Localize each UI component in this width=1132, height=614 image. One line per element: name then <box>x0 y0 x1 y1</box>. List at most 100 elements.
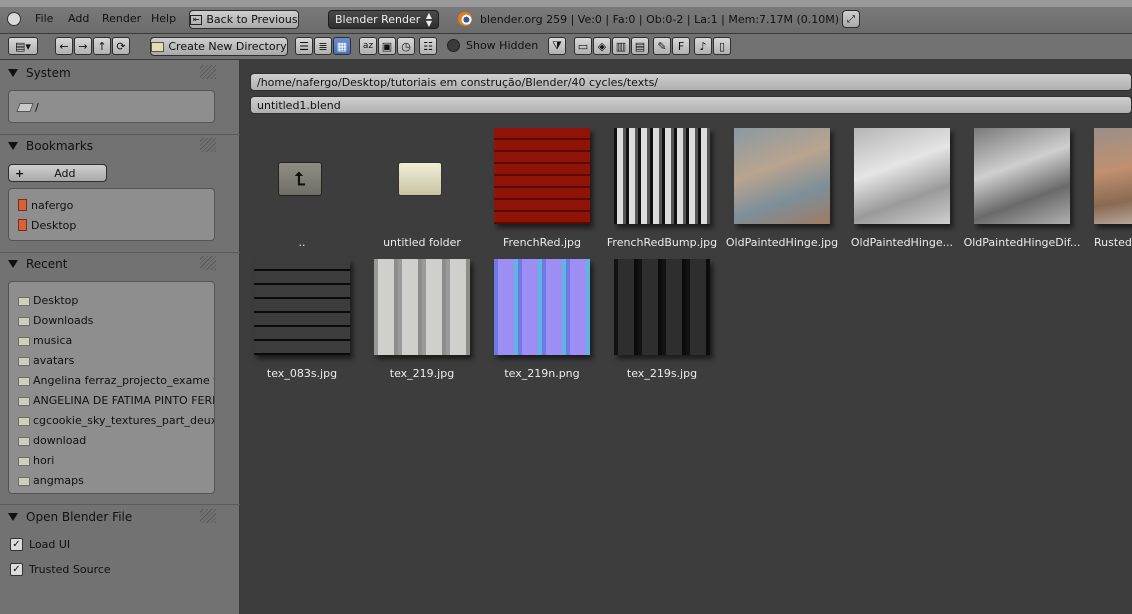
display-detailed-list-icon[interactable]: ≣ <box>314 37 332 55</box>
filter-images-icon[interactable]: ▥ <box>612 37 630 55</box>
bricks-thumbnail <box>254 259 350 355</box>
file-tile-image[interactable]: OldPaintedHinge.jpg <box>722 128 842 258</box>
refresh-icon[interactable]: ⟳ <box>112 37 130 55</box>
editor-type-menu-icon[interactable]: ▤▾ <box>8 37 38 55</box>
recent-item-label: download <box>33 433 87 447</box>
list-item[interactable]: Desktop <box>9 215 214 235</box>
recent-panel-title: Recent <box>26 257 68 271</box>
open-blender-file-panel-title: Open Blender File <box>26 510 133 524</box>
file-tile-parent[interactable]: ⮤ .. <box>242 128 362 258</box>
file-tile-image[interactable]: tex_219n.png <box>482 259 602 389</box>
list-item[interactable]: avatars <box>9 350 214 370</box>
panel-dark-thumbnail <box>614 259 710 355</box>
parent-folder-icon: ⮤ <box>278 162 322 196</box>
list-item[interactable]: cgcookie_sky_textures_part_deux <box>9 410 214 430</box>
disk-icon <box>16 102 34 112</box>
panel-grip-icon[interactable] <box>200 65 216 79</box>
filter-icon[interactable]: ⧩ <box>548 37 566 55</box>
list-item[interactable]: download <box>9 430 214 450</box>
file-tile-image[interactable]: RustedW <box>1082 128 1132 258</box>
list-item[interactable]: Desktop <box>9 290 214 310</box>
panel-divider <box>0 252 240 253</box>
file-browser-toolbar: ▤▾ ← → ↑ ⟳ Create New Directory ☰ ≣ ▦ az… <box>0 34 1132 60</box>
recent-item-label: musica <box>33 333 73 347</box>
file-tile-image[interactable]: FrenchRedBump.jpg <box>602 128 722 258</box>
folder-icon <box>18 476 30 486</box>
list-item[interactable]: ANGELINA DE FATIMA PINTO FERR <box>9 390 214 410</box>
filter-scripts-icon[interactable]: ✎ <box>653 37 671 55</box>
file-tile-image[interactable]: tex_219s.jpg <box>602 259 722 389</box>
file-label: RustedW <box>1094 236 1132 249</box>
list-item[interactable]: Angelina ferraz_projecto_exame fin <box>9 370 214 390</box>
sort-alphabetical-icon[interactable]: az <box>359 37 377 55</box>
file-label: OldPaintedHinge... <box>850 236 954 249</box>
show-hidden-checkbox[interactable] <box>447 39 460 52</box>
recent-list: Desktop Downloads musica avatars Angelin… <box>8 281 215 494</box>
folder-icon <box>18 296 30 306</box>
menu-render[interactable]: Render <box>102 12 141 25</box>
sort-by-time-icon[interactable]: ◷ <box>397 37 415 55</box>
file-label: tex_219n.png <box>504 367 580 380</box>
menu-add[interactable]: Add <box>68 12 89 25</box>
french-red-thumbnail <box>494 128 590 224</box>
recent-panel-header[interactable]: Recent <box>8 255 67 273</box>
panel-grip-icon[interactable] <box>200 509 216 523</box>
show-hidden-toggle[interactable]: Show Hidden <box>447 39 538 52</box>
bookmarks-panel-header[interactable]: Bookmarks <box>8 137 93 155</box>
list-item[interactable]: Downloads <box>9 310 214 330</box>
load-ui-toggle[interactable]: ✓ Load UI <box>10 538 70 551</box>
display-short-list-icon[interactable]: ☰ <box>295 37 313 55</box>
filter-movies-icon[interactable]: ▤ <box>631 37 649 55</box>
system-panel-header[interactable]: System <box>8 64 71 82</box>
panel-grip-icon[interactable] <box>200 138 216 152</box>
menu-file[interactable]: File <box>35 12 53 25</box>
collapse-triangle-icon <box>8 69 18 77</box>
add-bookmark-label: Add <box>54 166 76 180</box>
filename-field[interactable]: untitled1.blend <box>250 96 1132 114</box>
list-item[interactable]: musica <box>9 330 214 350</box>
file-tile-image[interactable]: tex_083s.jpg <box>242 259 362 389</box>
file-tile-image[interactable]: OldPaintedHingeDif... <box>962 128 1082 258</box>
file-label: FrenchRed.jpg <box>503 236 581 249</box>
filename-value: untitled1.blend <box>257 98 341 112</box>
load-ui-checkbox[interactable]: ✓ <box>10 538 23 551</box>
filter-fonts-icon[interactable]: F <box>672 37 690 55</box>
filter-sounds-icon[interactable]: ♪ <box>694 37 712 55</box>
open-blender-file-panel-header[interactable]: Open Blender File <box>8 508 132 526</box>
recent-item-label: cgcookie_sky_textures_part_deux <box>33 413 214 427</box>
list-item[interactable]: angmaps <box>9 470 214 490</box>
filter-folders-icon[interactable]: ▭ <box>574 37 592 55</box>
list-item[interactable]: hori <box>9 450 214 470</box>
filter-blender-files-icon[interactable]: ◈ <box>593 37 611 55</box>
file-tile-folder[interactable]: untitled folder <box>362 128 482 258</box>
display-thumbnails-icon[interactable]: ▦ <box>333 37 351 55</box>
directory-path-field[interactable]: /home/nafergo/Desktop/tutoriais em const… <box>250 73 1132 91</box>
file-tile-image[interactable]: tex_219.jpg <box>362 259 482 389</box>
trusted-source-toggle[interactable]: ✓ Trusted Source <box>10 563 111 576</box>
sort-by-size-icon[interactable]: ☷ <box>419 37 437 55</box>
menu-help[interactable]: Help <box>151 12 176 25</box>
fullscreen-toggle-icon[interactable]: ⤢ <box>842 10 860 28</box>
parent-directory-icon[interactable]: ↑ <box>93 37 111 55</box>
back-to-previous-button[interactable]: ⇤ Back to Previous <box>189 10 299 29</box>
editor-type-icon[interactable] <box>7 12 21 26</box>
file-tile-image[interactable]: OldPaintedHinge... <box>842 128 962 258</box>
recent-item-label: angmaps <box>33 473 84 487</box>
back-arrow-icon[interactable]: ← <box>55 37 73 55</box>
recent-item-label: hori <box>33 453 55 467</box>
file-tile-image[interactable]: FrenchRed.jpg <box>482 128 602 258</box>
list-item[interactable]: nafergo <box>9 195 214 215</box>
render-engine-select[interactable]: Blender Render ▲ ▼ <box>328 10 439 29</box>
filter-text-icon[interactable]: ▯ <box>713 37 731 55</box>
add-bookmark-button[interactable]: + Add <box>8 164 107 182</box>
panel-gray-thumbnail <box>374 259 470 355</box>
window-top-strip <box>0 0 1132 7</box>
trusted-source-checkbox[interactable]: ✓ <box>10 563 23 576</box>
sort-by-extension-icon[interactable]: ▣ <box>378 37 396 55</box>
file-label: untitled folder <box>383 236 461 249</box>
create-new-directory-button[interactable]: Create New Directory <box>150 37 288 56</box>
panel-grip-icon[interactable] <box>200 256 216 270</box>
bookmark-label: nafergo <box>31 198 74 212</box>
list-item[interactable]: / <box>9 97 214 117</box>
forward-arrow-icon[interactable]: → <box>74 37 92 55</box>
